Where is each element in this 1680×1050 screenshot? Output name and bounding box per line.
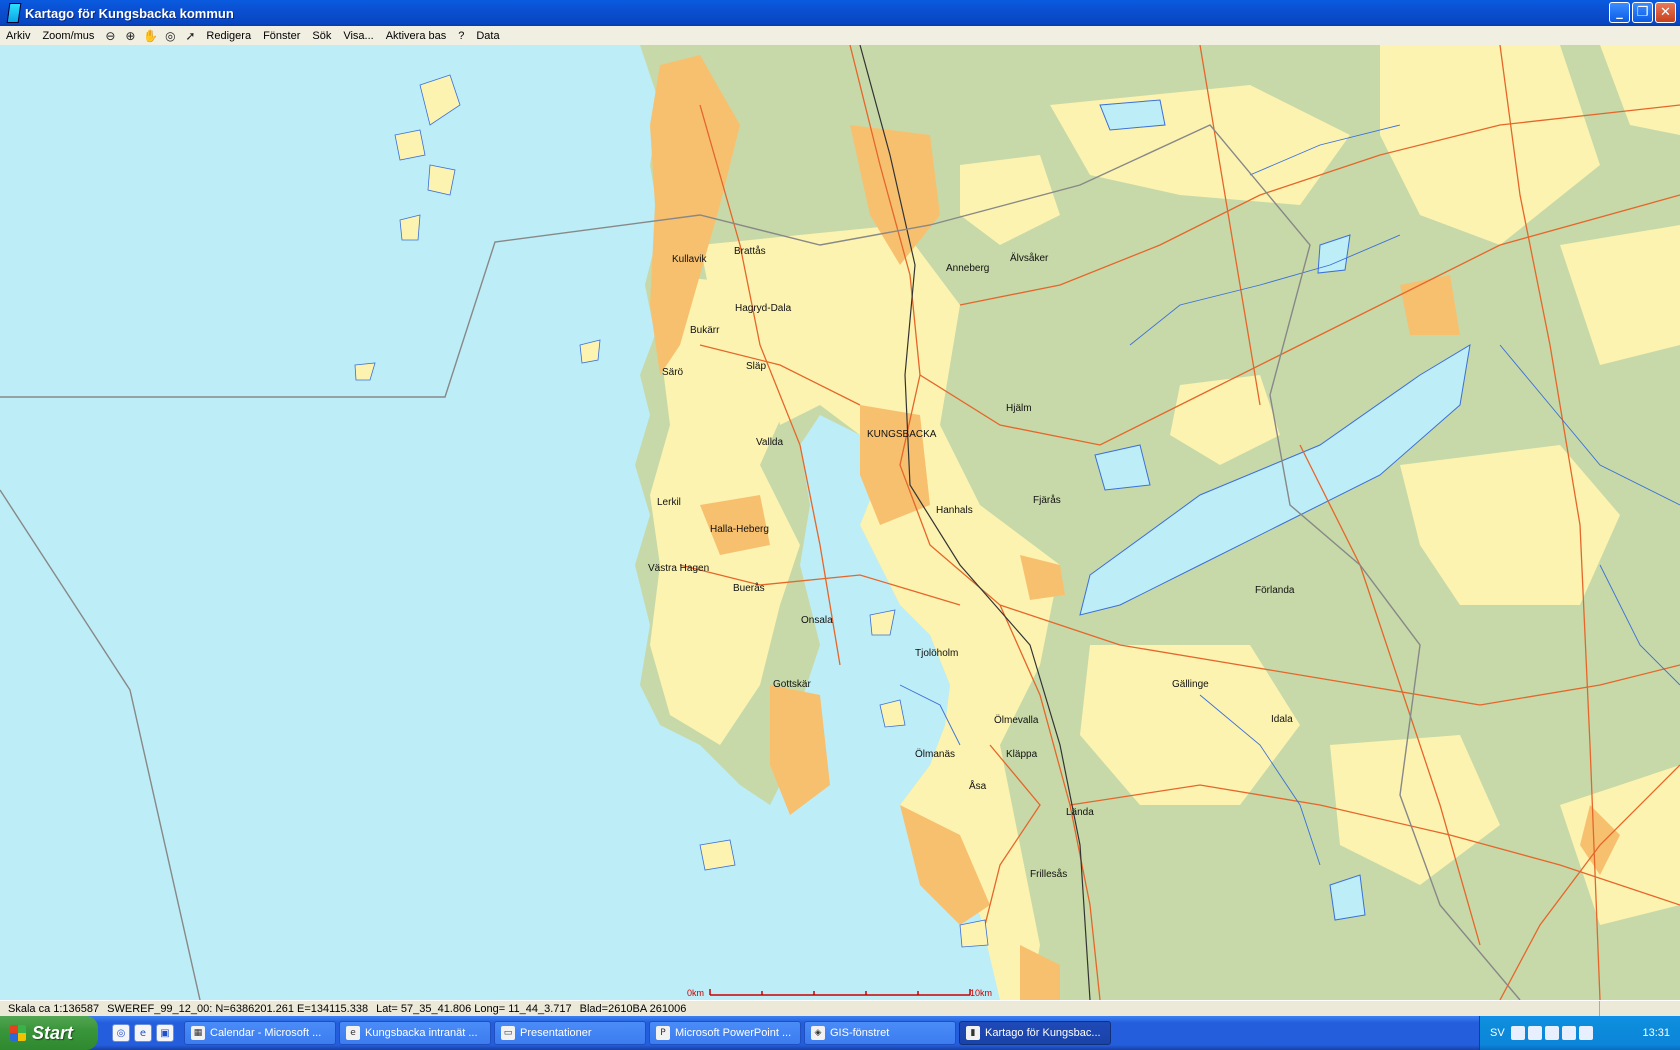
task-kartago[interactable]: ▮ Kartago för Kungsbac...: [959, 1021, 1111, 1045]
menu-visa[interactable]: Visa...: [337, 30, 379, 42]
task-intranat[interactable]: e Kungsbacka intranät ...: [339, 1021, 491, 1045]
place-label: Lerkil: [657, 497, 681, 508]
place-label: Ölmevalla: [994, 715, 1039, 726]
outlook-icon[interactable]: ◎: [112, 1024, 130, 1042]
place-label: Åsa: [969, 781, 987, 792]
place-label: Släp: [746, 361, 767, 372]
task-label: GIS-fönstret: [830, 1027, 890, 1039]
scale-bar: [709, 989, 971, 996]
calendar-icon: ▦: [191, 1026, 205, 1040]
start-button[interactable]: Start: [0, 1016, 98, 1050]
menu-zoom-mus[interactable]: Zoom/mus: [36, 30, 100, 42]
place-label: Anneberg: [946, 263, 990, 274]
kartago-app-icon: [6, 3, 22, 23]
task-label: Kartago för Kungsbac...: [985, 1027, 1101, 1039]
window-title: Kartago för Kungsbacka kommun: [25, 5, 234, 21]
ie-icon: e: [346, 1026, 360, 1040]
status-bar: Skala ca 1:136587 SWEREF_99_12_00: N=638…: [0, 1000, 1680, 1017]
system-tray: SV 13:31: [1479, 1016, 1680, 1050]
zoom-in-icon[interactable]: ⊕: [122, 28, 138, 44]
pan-hand-icon[interactable]: ✋: [142, 28, 158, 44]
powerpoint-icon: P: [656, 1026, 670, 1040]
place-label: Bukärr: [690, 325, 720, 336]
menu-fonster[interactable]: Fönster: [257, 30, 306, 42]
task-gis[interactable]: ◈ GIS-fönstret: [804, 1021, 956, 1045]
zoom-out-icon[interactable]: ⊖: [102, 28, 118, 44]
place-label: Gällinge: [1172, 679, 1209, 690]
folder-icon: ▭: [501, 1026, 515, 1040]
place-label: Frillesås: [1030, 869, 1068, 880]
place-label: Ölmanäs: [915, 749, 956, 760]
full-extent-icon[interactable]: ◎: [162, 28, 178, 44]
minimize-button[interactable]: _: [1609, 2, 1630, 23]
tray-icon[interactable]: [1527, 1026, 1542, 1040]
place-label: Tjolöholm: [915, 648, 959, 659]
tray-icon[interactable]: [1578, 1026, 1593, 1040]
place-label: Hagryd-Dala: [735, 303, 792, 314]
scale-readout: Skala ca 1:136587: [8, 1003, 100, 1015]
ie-icon[interactable]: e: [134, 1024, 152, 1042]
pointer-icon[interactable]: ➚: [182, 28, 198, 44]
place-label: Lända: [1066, 807, 1094, 818]
desktop-icon[interactable]: ▣: [156, 1024, 174, 1042]
taskbar: Start ◎ e ▣ ▦ Calendar - Microsoft ... e…: [0, 1016, 1680, 1050]
task-calendar[interactable]: ▦ Calendar - Microsoft ...: [184, 1021, 336, 1045]
place-label: Vallda: [756, 437, 784, 448]
task-powerpoint[interactable]: P Microsoft PowerPoint ...: [649, 1021, 801, 1045]
task-label: Presentationer: [520, 1027, 592, 1039]
kartago-icon: ▮: [966, 1026, 980, 1040]
place-label: Onsala: [801, 615, 833, 626]
task-label: Microsoft PowerPoint ...: [675, 1027, 792, 1039]
place-label: Förlanda: [1255, 585, 1295, 596]
place-label: Älvsåker: [1010, 253, 1049, 264]
menu-sok[interactable]: Sök: [306, 30, 337, 42]
latlong-readout: Lat= 57_35_41.806 Long= 11_44_3.717: [376, 1003, 572, 1015]
menu-arkiv[interactable]: Arkiv: [0, 30, 36, 42]
window-controls: _ ❐ ✕: [1609, 2, 1676, 23]
place-label: Gottskär: [773, 679, 811, 690]
tray-icon[interactable]: [1561, 1026, 1576, 1040]
blad-readout: Blad=2610BA 261006: [579, 1003, 687, 1015]
place-label: Kullavik: [672, 254, 707, 265]
language-indicator[interactable]: SV: [1490, 1027, 1505, 1039]
title-bar: Kartago för Kungsbacka kommun _ ❐ ✕: [0, 0, 1680, 26]
task-presentationer[interactable]: ▭ Presentationer: [494, 1021, 646, 1045]
place-label: Brattås: [734, 246, 766, 257]
close-button[interactable]: ✕: [1655, 2, 1676, 23]
scale-end-label: 10km: [970, 988, 993, 998]
place-label: Särö: [662, 367, 684, 378]
place-label: Idala: [1271, 714, 1293, 725]
windows-flag-icon: [10, 1025, 26, 1041]
gis-icon: ◈: [811, 1026, 825, 1040]
coordinate-readout: SWEREF_99_12_00: N=6386201.261 E=134115.…: [107, 1003, 369, 1015]
menu-bar: Arkiv Zoom/mus ⊖ ⊕ ✋ ◎ ➚ Redigera Fönste…: [0, 26, 1680, 45]
place-label: KUNGSBACKA: [867, 429, 937, 440]
map-graphics: [0, 45, 1680, 1000]
task-label: Kungsbacka intranät ...: [365, 1027, 478, 1039]
tray-icon[interactable]: [1510, 1026, 1525, 1040]
place-label: Hanhals: [936, 505, 973, 516]
place-label: Halla-Heberg: [710, 524, 769, 535]
clock[interactable]: 13:31: [1642, 1027, 1670, 1039]
menu-redigera[interactable]: Redigera: [200, 30, 257, 42]
quick-launch: ◎ e ▣: [112, 1024, 174, 1042]
task-label: Calendar - Microsoft ...: [210, 1027, 322, 1039]
start-label: Start: [32, 1022, 74, 1043]
scale-start-label: 0km: [687, 988, 705, 998]
tray-icon[interactable]: [1544, 1026, 1559, 1040]
place-label: Buerås: [733, 583, 765, 594]
menu-help[interactable]: ?: [452, 30, 470, 42]
menu-data[interactable]: Data: [470, 30, 505, 42]
place-label: Hjälm: [1006, 403, 1032, 414]
status-pane: [1599, 1001, 1680, 1016]
restore-button[interactable]: ❐: [1632, 2, 1653, 23]
map-canvas[interactable]: Kullavik Brattås Anneberg Älvsåker Hagry…: [0, 45, 1680, 1000]
place-label: Västra Hagen: [648, 563, 710, 574]
place-label: Fjärås: [1033, 495, 1061, 506]
menu-aktivera-bas[interactable]: Aktivera bas: [380, 30, 453, 42]
place-label: Kläppa: [1006, 749, 1038, 760]
